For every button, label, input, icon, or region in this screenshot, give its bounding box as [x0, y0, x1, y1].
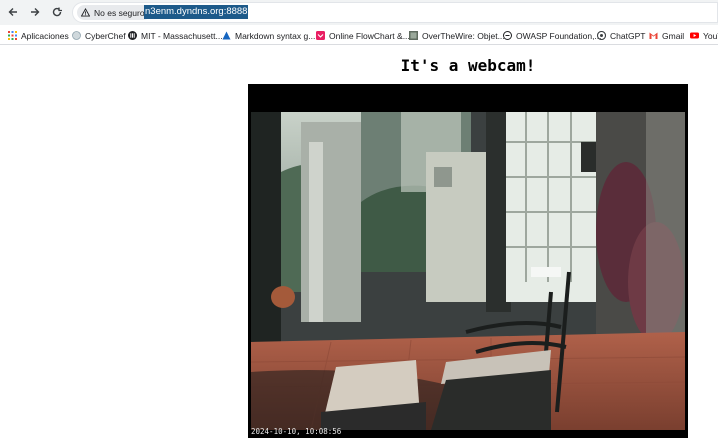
security-label: No es seguro — [94, 7, 145, 18]
bookmark-gmail[interactable]: Gmail — [649, 29, 684, 42]
webcam-image — [251, 112, 685, 430]
bookmark-label: MIT - Massachusett... — [141, 30, 223, 41]
apps-grid-icon — [8, 31, 17, 40]
address-bar[interactable]: No es seguro n3enm.dyndns.org:8888 — [72, 2, 718, 23]
bookmark-label: Aplicaciones — [21, 30, 69, 41]
page-title: It's a webcam! — [400, 56, 536, 75]
chatgpt-icon — [597, 31, 606, 40]
mit-icon — [128, 31, 137, 40]
bookmarks-bar: Aplicaciones CyberChef MIT - Massachuset… — [0, 25, 718, 45]
url-text[interactable]: n3enm.dyndns.org:8888 — [144, 5, 249, 19]
bookmark-label: CyberChef — [85, 30, 126, 41]
owasp-icon — [503, 31, 512, 40]
bookmark-flowchart[interactable]: Online FlowChart &... — [316, 29, 410, 42]
bookmark-youtube[interactable]: YouT — [690, 29, 718, 42]
warning-icon — [81, 8, 90, 17]
bookmark-label: OWASP Foundation,... — [516, 30, 602, 41]
back-icon[interactable] — [3, 2, 23, 22]
bookmark-label: OverTheWire: Objet... — [422, 30, 505, 41]
bookmark-apps[interactable]: Aplicaciones — [8, 29, 69, 42]
cyberchef-icon — [72, 31, 81, 40]
webcam-frame: 2024-10-10, 10:08:56 — [248, 84, 688, 438]
youtube-icon — [690, 32, 699, 39]
bookmark-label: Markdown syntax g... — [235, 30, 316, 41]
bookmark-label: Online FlowChart &... — [329, 30, 410, 41]
bookmark-overthewire[interactable]: OverTheWire: Objet... — [409, 29, 505, 42]
bookmark-owasp[interactable]: OWASP Foundation,... — [503, 29, 602, 42]
bookmark-markdown[interactable]: Markdown syntax g... — [222, 29, 315, 42]
markdown-icon — [222, 31, 231, 40]
bookmark-label: Gmail — [662, 30, 685, 41]
bookmark-label: YouT — [703, 30, 718, 41]
flowchart-icon — [316, 31, 325, 40]
webcam-timestamp: 2024-10-10, 10:08:56 — [251, 427, 342, 436]
bookmark-chatgpt[interactable]: ChatGPT — [597, 29, 645, 42]
gmail-icon — [649, 32, 658, 39]
forward-icon[interactable] — [25, 2, 45, 22]
browser-toolbar: No es seguro n3enm.dyndns.org:8888 — [0, 0, 718, 25]
security-chip[interactable]: No es seguro — [77, 5, 151, 20]
bookmark-label: ChatGPT — [610, 30, 646, 41]
bookmark-cyberchef[interactable]: CyberChef — [72, 29, 126, 42]
overthewire-icon — [409, 31, 418, 40]
reload-icon[interactable] — [47, 2, 67, 22]
bookmark-mit[interactable]: MIT - Massachusett... — [128, 29, 223, 42]
